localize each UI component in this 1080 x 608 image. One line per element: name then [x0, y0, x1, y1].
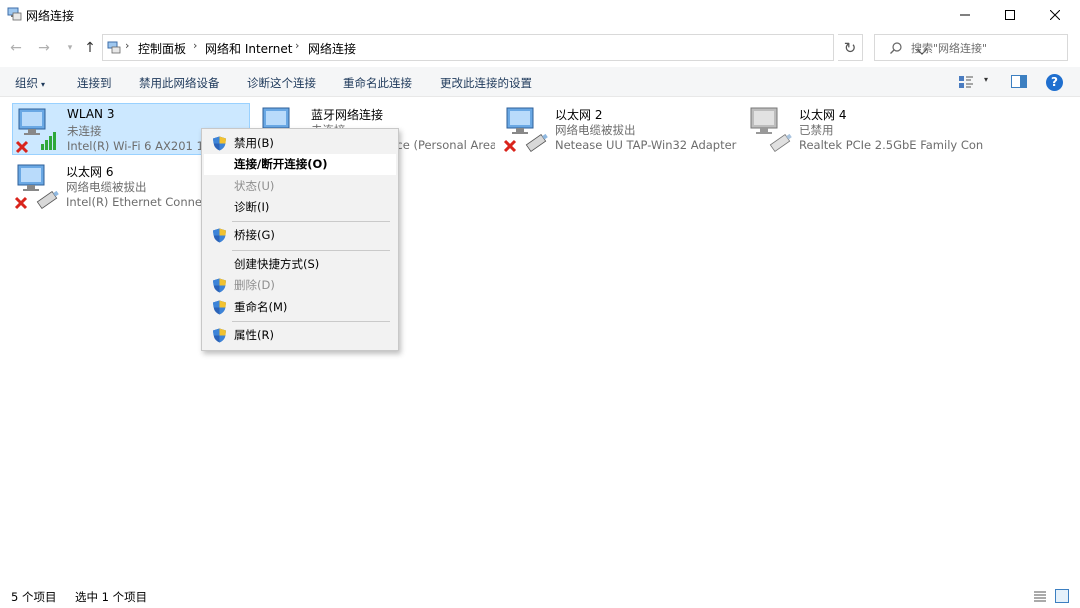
network-folder-icon — [7, 7, 22, 21]
breadcrumb-control-panel[interactable]: 控制面板 — [138, 40, 186, 57]
menu-item-label: 属性(R) — [234, 328, 274, 342]
wifi-adapter-icon — [15, 108, 56, 154]
error-x-icon — [15, 140, 29, 154]
menu-item-label: 连接/断开连接(O) — [234, 157, 328, 171]
breadcrumb-separator[interactable]: › — [295, 39, 299, 52]
connection-status: 网络电缆被拔出 — [66, 180, 147, 194]
menu-separator — [232, 250, 390, 251]
refresh-button[interactable]: ↻ — [838, 34, 863, 61]
uac-shield-icon — [213, 328, 226, 343]
address-bar[interactable]: › 控制面板 › 网络和 Internet › 网络连接 — [102, 34, 928, 61]
menu-item-rename[interactable]: 重命名(M) — [204, 297, 396, 318]
error-x-icon — [503, 139, 517, 153]
disable-device-button[interactable]: 禁用此网络设备 — [139, 75, 220, 91]
selection-count: 选中 1 个项目 — [75, 590, 148, 604]
forward-button[interactable]: → — [34, 38, 54, 58]
menu-item-label: 状态(U) — [234, 179, 275, 193]
close-button[interactable] — [1032, 0, 1078, 30]
connection-name: WLAN 3 — [67, 107, 115, 121]
breadcrumb-separator[interactable]: › — [125, 39, 129, 52]
menu-item-status[interactable]: 状态(U) — [204, 176, 396, 197]
menu-item-label: 诊断(I) — [234, 200, 270, 214]
menu-separator — [232, 321, 390, 322]
menu-separator — [232, 221, 390, 222]
details-view-icon[interactable] — [1033, 589, 1047, 603]
view-options-icon[interactable] — [958, 74, 974, 90]
ethernet-adapter-icon — [750, 107, 792, 152]
context-menu: 禁用(B) 连接/断开连接(O) 状态(U) 诊断(I) 桥接(G) 创建快捷方… — [201, 128, 399, 351]
breadcrumb-network-internet[interactable]: 网络和 Internet — [205, 40, 292, 57]
address-row: ← → ▾ ↑ › 控制面板 › 网络和 Internet › 网络连接 ↻ — [0, 30, 1080, 66]
connection-name: 以太网 4 — [799, 108, 847, 122]
recent-locations-button[interactable]: ▾ — [60, 38, 80, 58]
organize-button[interactable]: 组织 ▾ — [15, 75, 45, 91]
large-icons-view-icon[interactable] — [1055, 589, 1069, 603]
diagnose-button[interactable]: 诊断这个连接 — [247, 75, 316, 91]
uac-shield-icon — [213, 136, 226, 151]
minimize-icon — [960, 14, 970, 16]
connection-item-ethernet4[interactable]: 以太网 4 已禁用 Realtek PCIe 2.5GbE Family Con… — [745, 103, 983, 155]
title-bar: 网络连接 — [0, 0, 1080, 30]
connection-name: 蓝牙网络连接 — [311, 108, 384, 122]
breadcrumb-network-connections[interactable]: 网络连接 — [308, 40, 356, 57]
connection-status: 未连接 — [67, 124, 102, 138]
breadcrumb-separator[interactable]: › — [193, 39, 197, 52]
control-panel-icon — [107, 41, 121, 54]
menu-item-create-shortcut[interactable]: 创建快捷方式(S) — [204, 254, 396, 275]
organize-label: 组织 — [15, 76, 38, 90]
connection-name: 以太网 6 — [66, 165, 114, 179]
uac-shield-icon — [213, 228, 226, 243]
menu-item-label: 禁用(B) — [234, 136, 274, 150]
menu-item-diagnose[interactable]: 诊断(I) — [204, 197, 396, 218]
menu-item-label: 重命名(M) — [234, 300, 288, 314]
menu-item-properties[interactable]: 属性(R) — [204, 325, 396, 346]
window-title: 网络连接 — [26, 9, 75, 23]
connection-device: Realtek PCIe 2.5GbE Family Controller — [799, 138, 983, 152]
rename-button[interactable]: 重命名此连接 — [343, 75, 412, 91]
connection-device: Netease UU TAP-Win32 Adapter V9.21 — [555, 138, 739, 152]
connection-status: 网络电缆被拔出 — [555, 123, 636, 137]
menu-item-label: 桥接(G) — [234, 228, 275, 242]
connection-status: 已禁用 — [799, 123, 834, 137]
maximize-icon — [1005, 10, 1015, 20]
ethernet-adapter-icon — [14, 164, 59, 210]
search-input[interactable] — [911, 38, 1061, 58]
help-icon[interactable]: ? — [1046, 74, 1063, 91]
menu-item-delete[interactable]: 删除(D) — [204, 275, 396, 296]
command-bar: 组织 ▾ 连接到 禁用此网络设备 诊断这个连接 重命名此连接 更改此连接的设置 ▾… — [0, 67, 1080, 97]
back-button[interactable]: ← — [6, 38, 26, 58]
menu-item-disable[interactable]: 禁用(B) — [204, 133, 396, 154]
chevron-down-icon: ▾ — [41, 80, 46, 89]
menu-item-bridge[interactable]: 桥接(G) — [204, 225, 396, 246]
menu-item-connect-disconnect[interactable]: 连接/断开连接(O) — [204, 154, 396, 175]
connection-item-ethernet2[interactable]: 以太网 2 网络电缆被拔出 Netease UU TAP-Win32 Adapt… — [501, 103, 739, 155]
uac-shield-icon — [213, 300, 226, 315]
connect-to-button[interactable]: 连接到 — [77, 75, 112, 91]
up-button[interactable]: ↑ — [80, 38, 100, 58]
uac-shield-icon — [213, 278, 226, 293]
menu-item-label: 删除(D) — [234, 278, 275, 292]
search-icon — [890, 42, 902, 54]
connection-name: 以太网 2 — [555, 108, 603, 122]
close-icon — [1050, 10, 1060, 20]
item-count: 5 个项目 — [11, 590, 57, 604]
change-settings-button[interactable]: 更改此连接的设置 — [440, 75, 532, 91]
ethernet-adapter-icon — [503, 107, 548, 153]
preview-pane-icon[interactable] — [1011, 75, 1027, 88]
chevron-down-icon[interactable]: ▾ — [984, 75, 988, 84]
maximize-button[interactable] — [987, 0, 1033, 30]
status-bar: 5 个项目 选中 1 个项目 — [0, 584, 1080, 608]
search-box[interactable] — [874, 34, 1068, 61]
menu-item-label: 创建快捷方式(S) — [234, 257, 320, 271]
error-x-icon — [14, 196, 28, 210]
minimize-button[interactable] — [942, 0, 988, 30]
